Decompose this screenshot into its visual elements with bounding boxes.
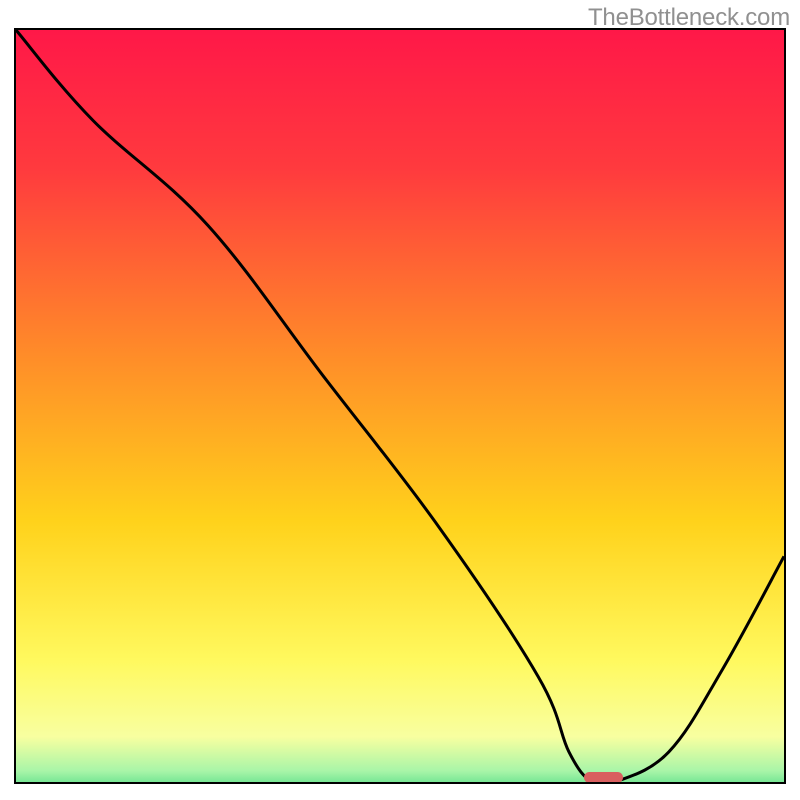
plot-area	[14, 28, 786, 784]
bottleneck-chart: TheBottleneck.com	[0, 0, 800, 800]
bottleneck-curve	[16, 30, 784, 782]
optimal-marker	[584, 772, 622, 783]
